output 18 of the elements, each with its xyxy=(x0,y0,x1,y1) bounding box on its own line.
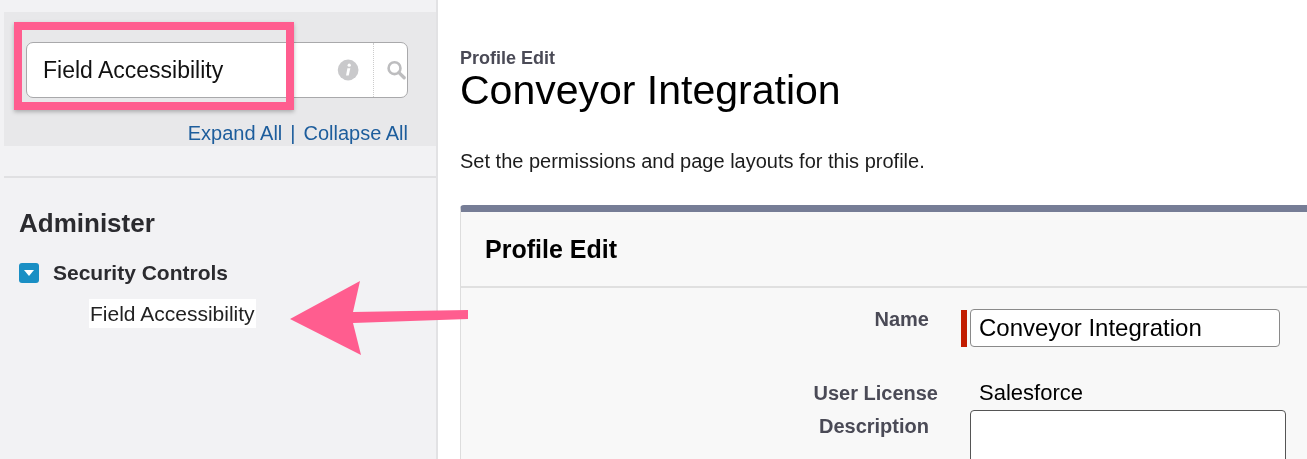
search-field[interactable]: Field Accessibility xyxy=(26,42,408,98)
collapse-all-link[interactable]: Collapse All xyxy=(303,122,408,145)
name-field[interactable]: Conveyor Integration xyxy=(970,309,1280,348)
field-value: Salesforce xyxy=(978,379,1083,407)
tree-item[interactable]: Security Controls xyxy=(53,261,229,285)
section-title: Administer xyxy=(19,208,156,239)
search-input[interactable]: Field Accessibility xyxy=(27,56,313,84)
field-label: Name xyxy=(873,307,930,332)
field-label: Description xyxy=(817,414,930,439)
page-title: Conveyor Integration xyxy=(460,69,842,113)
collapse-toggle-icon[interactable] xyxy=(19,263,39,283)
link-separator: | xyxy=(290,122,296,145)
expand-all-link[interactable]: Expand All xyxy=(187,122,283,145)
panel-title: Profile Edit xyxy=(485,235,617,264)
field-label: User License xyxy=(812,381,939,407)
tree-item[interactable]: Field Accessibility xyxy=(89,299,256,328)
page-subtitle: Profile Edit xyxy=(460,48,556,69)
page-description: Set the permissions and page layouts for this profile. xyxy=(460,150,926,174)
